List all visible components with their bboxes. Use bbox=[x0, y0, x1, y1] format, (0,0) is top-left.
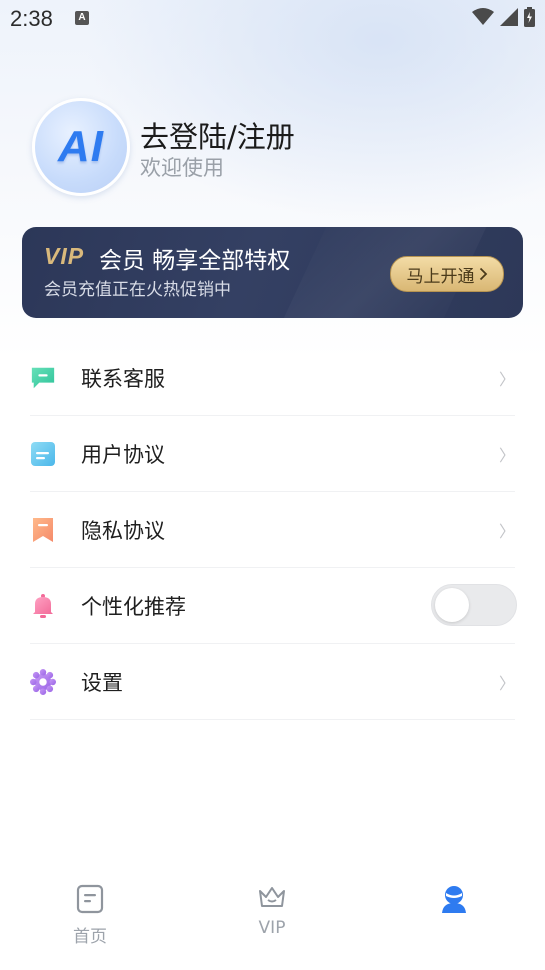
chevron-right-icon: 〉 bbox=[498, 370, 515, 389]
vip-banner-title: 会员 畅享全部特权 bbox=[99, 248, 291, 274]
menu-item-label: 隐私协议 bbox=[81, 518, 165, 543]
document-icon bbox=[30, 441, 56, 467]
nav-profile[interactable] bbox=[394, 884, 514, 922]
status-bar: 2:38 A bbox=[0, 0, 545, 40]
status-time: 2:38 bbox=[10, 6, 53, 31]
bookmark-icon bbox=[30, 517, 56, 543]
vip-banner[interactable]: VIP 会员 畅享全部特权 会员充值正在火热促销中 马上开通 bbox=[22, 227, 523, 318]
menu-item-label: 个性化推荐 bbox=[81, 594, 186, 619]
open-vip-button-label: 马上开通 bbox=[406, 266, 475, 287]
vip-logo: VIP bbox=[44, 243, 85, 269]
chevron-right-icon: 〉 bbox=[498, 674, 515, 693]
chat-bubble-icon bbox=[30, 365, 56, 391]
user-icon bbox=[442, 886, 466, 913]
vip-banner-subtitle: 会员充值正在火热促销中 bbox=[44, 280, 231, 300]
battery-icon bbox=[524, 7, 535, 27]
avatar[interactable]: AI bbox=[32, 98, 130, 196]
menu-item-label: 用户协议 bbox=[81, 442, 165, 467]
menu-item-settings[interactable]: 设置 〉 bbox=[30, 644, 515, 720]
menu-item-privacy-policy[interactable]: 隐私协议 〉 bbox=[30, 492, 515, 568]
nav-home-label: 首页 bbox=[73, 927, 107, 947]
open-vip-button[interactable]: 马上开通 bbox=[390, 256, 504, 292]
home-doc-icon bbox=[76, 884, 104, 914]
personalized-recommendation-toggle[interactable] bbox=[431, 584, 517, 626]
gear-icon bbox=[30, 668, 56, 695]
welcome-text: 欢迎使用 bbox=[140, 156, 224, 180]
bottom-nav: 首页 VIP bbox=[0, 870, 545, 970]
nav-vip[interactable]: VIP bbox=[212, 884, 332, 938]
chevron-right-icon: 〉 bbox=[498, 446, 515, 465]
chevron-right-icon bbox=[479, 267, 487, 281]
login-register-link[interactable]: 去登陆/注册 bbox=[140, 114, 295, 156]
chevron-right-icon: 〉 bbox=[498, 522, 515, 541]
menu-item-user-agreement[interactable]: 用户协议 〉 bbox=[30, 416, 515, 492]
menu-item-label: 设置 bbox=[81, 670, 123, 695]
avatar-logo: AI bbox=[58, 122, 104, 171]
notification-icon: A bbox=[75, 11, 89, 25]
nav-home[interactable]: 首页 bbox=[30, 884, 150, 947]
toggle-knob bbox=[435, 588, 469, 622]
menu-item-customer-service[interactable]: 联系客服 〉 bbox=[30, 340, 515, 416]
status-icons bbox=[472, 7, 535, 27]
settings-menu: 联系客服 〉 用户协议 〉 隐私协议 〉 个性化推荐 设置 〉 bbox=[0, 340, 545, 720]
nav-vip-label: VIP bbox=[258, 918, 286, 938]
crown-icon bbox=[259, 887, 285, 907]
menu-item-label: 联系客服 bbox=[81, 366, 165, 391]
bell-icon bbox=[30, 593, 56, 619]
menu-item-personalized-recommendation: 个性化推荐 bbox=[30, 568, 517, 644]
signal-icon bbox=[500, 8, 518, 26]
wifi-icon bbox=[472, 8, 494, 25]
